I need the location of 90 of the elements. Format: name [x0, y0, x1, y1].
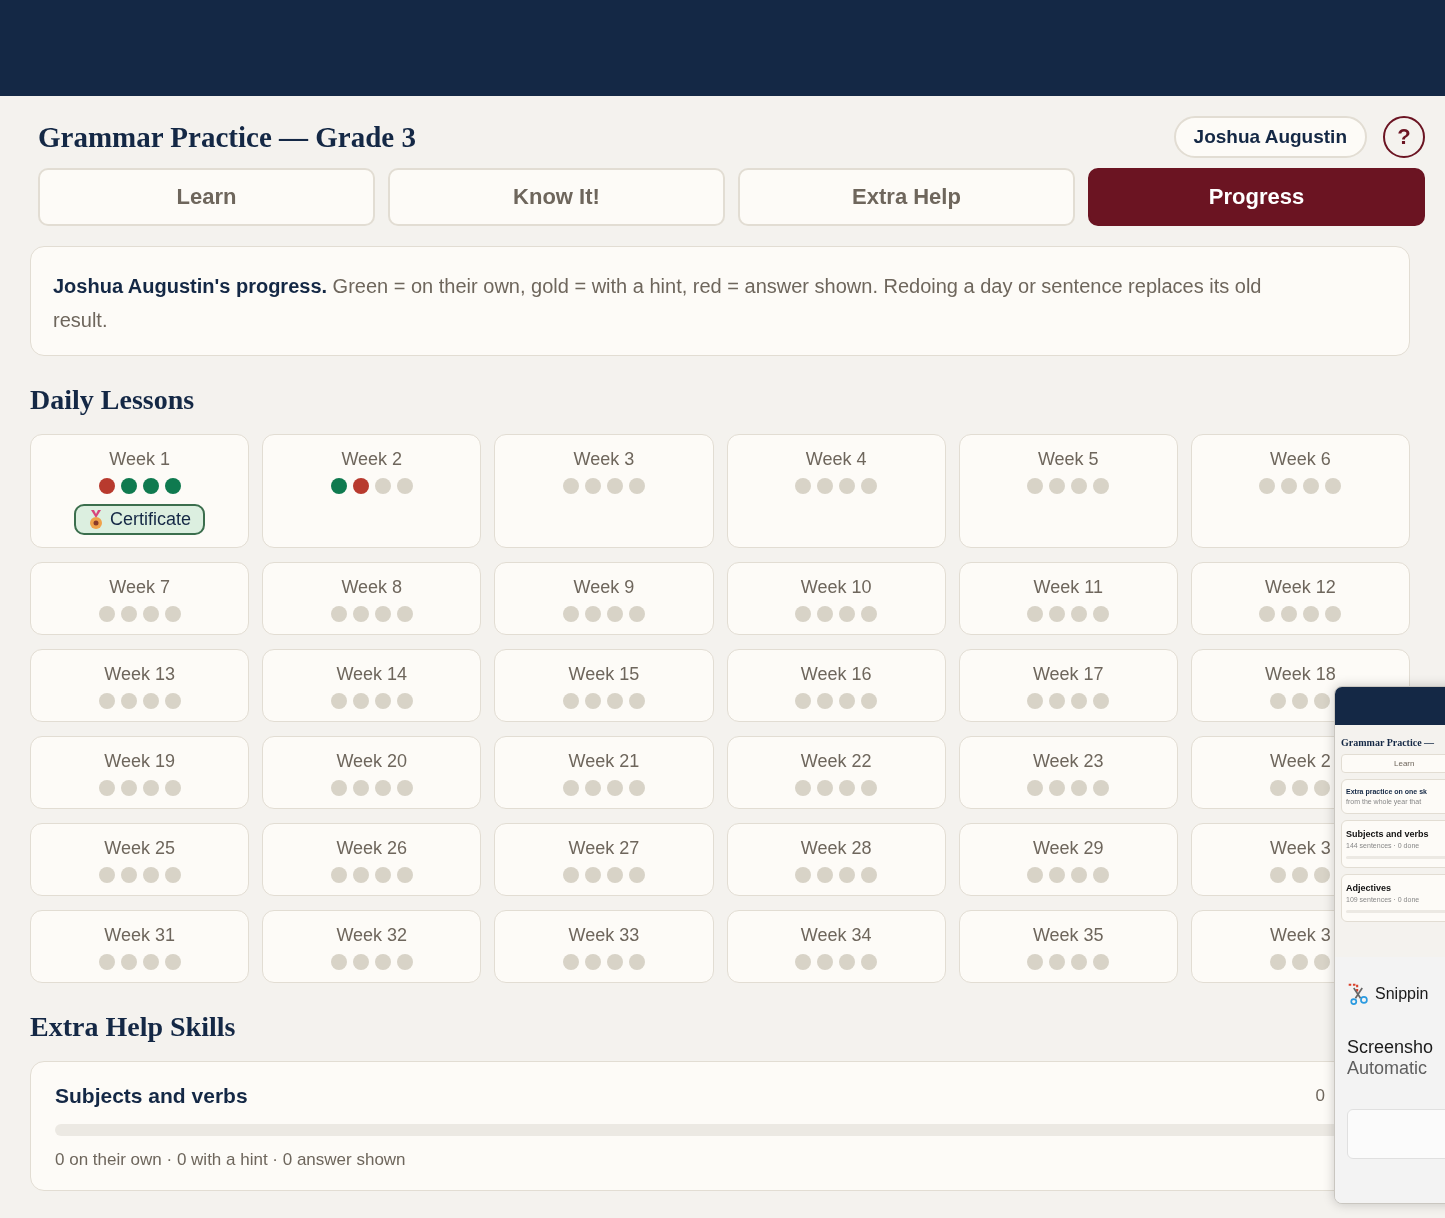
- notification-title: Screensho: [1347, 1037, 1435, 1058]
- week-card[interactable]: Week 11: [958, 562, 1178, 635]
- week-card[interactable]: Week 17: [958, 649, 1178, 722]
- week-card[interactable]: Week 31: [30, 910, 250, 983]
- week-label: Week 6: [1270, 449, 1331, 470]
- week-card[interactable]: Week 3: [494, 434, 714, 548]
- section-heading: Extra Help Skills: [30, 1011, 236, 1043]
- skill-summary: 0 on their own · 0 with a hint · 0 answer shown: [55, 1150, 407, 1170]
- week-label: Week 19: [104, 751, 175, 772]
- week-card[interactable]: Week 10: [726, 562, 946, 635]
- week-label: Week 27: [568, 838, 640, 859]
- week-card[interactable]: Week 28: [726, 823, 946, 896]
- week-card[interactable]: Week 6: [1190, 434, 1410, 548]
- week-label: Week 21: [568, 751, 640, 772]
- week-label: Week 1: [109, 449, 170, 470]
- skill-count: 0: [1315, 1086, 1325, 1106]
- week-label: Week 34: [800, 925, 872, 946]
- week-label: Week 10: [800, 577, 872, 598]
- notification-button[interactable]: [1347, 1109, 1445, 1159]
- week-card[interactable]: Week 25: [30, 823, 250, 896]
- skill-name: Subjects and verbs: [55, 1084, 248, 1108]
- week-label: Week 3: [573, 449, 635, 470]
- week-label: Week 32: [336, 925, 408, 946]
- week-label: Week 7: [109, 577, 170, 598]
- week-label: Week 3: [1270, 838, 1331, 859]
- week-card[interactable]: Week 33: [494, 910, 714, 983]
- week-label: Week 2: [1270, 751, 1331, 772]
- week-card[interactable]: Week 32: [262, 910, 482, 983]
- app-name: Snippin: [1375, 985, 1429, 1003]
- week-card[interactable]: Week 2: [262, 434, 482, 548]
- week-label: Week 22: [800, 751, 872, 772]
- notification-subtitle: Automatic: [1347, 1058, 1429, 1079]
- week-label: Week 14: [336, 664, 408, 685]
- certificate-label: Certificate: [110, 509, 192, 530]
- week-card[interactable]: Week 12: [1190, 562, 1410, 635]
- week-card[interactable]: Week 19: [30, 736, 250, 809]
- tab[interactable]: Extra Help: [738, 168, 1075, 226]
- app-title: Grammar Practice — Grade 3: [38, 120, 416, 154]
- week-label: Week 31: [104, 925, 175, 946]
- week-card[interactable]: Week 7: [30, 562, 250, 635]
- tab[interactable]: Know It!: [388, 168, 725, 226]
- section-heading: Daily Lessons: [30, 384, 195, 416]
- week-card[interactable]: Week 13: [30, 649, 250, 722]
- week-card[interactable]: Week 14: [262, 649, 482, 722]
- preview-skill-name: Adjectives: [1346, 883, 1393, 893]
- week-label: Week 16: [800, 664, 872, 685]
- week-label: Week 25: [104, 838, 175, 859]
- week-card[interactable]: Week 21: [494, 736, 714, 809]
- progress-description: Joshua Augustin's progress. Green = on their own, gold = with a hint, red = answer shown. Redoing a day or sentence replaces its old result.: [30, 246, 1410, 356]
- week-label: Week 26: [336, 838, 408, 859]
- week-card[interactable]: Week 5: [958, 434, 1178, 548]
- week-label: Week 15: [568, 664, 640, 685]
- week-label: Week 8: [341, 577, 403, 598]
- week-label: Week 12: [1265, 577, 1336, 598]
- week-card[interactable]: Week 29: [958, 823, 1178, 896]
- week-card[interactable]: Week 1 Certificate: [30, 434, 250, 548]
- help-button[interactable]: ?: [1383, 116, 1425, 158]
- week-label: Week 28: [800, 838, 872, 859]
- week-card[interactable]: Week 9: [494, 562, 714, 635]
- week-card[interactable]: Week 34: [726, 910, 946, 983]
- week-card[interactable]: Week 27: [494, 823, 714, 896]
- week-card[interactable]: Week 16: [726, 649, 946, 722]
- week-label: Week 4: [805, 449, 867, 470]
- week-card[interactable]: Week 23: [958, 736, 1178, 809]
- week-label: Week 29: [1032, 838, 1104, 859]
- medal-icon: [88, 509, 105, 530]
- week-label: Week 11: [1033, 577, 1103, 598]
- week-card[interactable]: Week 26: [262, 823, 482, 896]
- user-button[interactable]: Joshua Augustin: [1173, 116, 1367, 158]
- week-card[interactable]: Week 15: [494, 649, 714, 722]
- scissors-icon: [1347, 983, 1369, 1005]
- week-label: Week 23: [1032, 751, 1104, 772]
- certificate-badge[interactable]: Certificate: [74, 504, 206, 535]
- week-card[interactable]: Week 35: [958, 910, 1178, 983]
- week-label: Week 13: [104, 664, 175, 685]
- week-card[interactable]: Week 4: [726, 434, 946, 548]
- week-label: Week 3: [1270, 925, 1331, 946]
- week-label: Week 17: [1032, 664, 1104, 685]
- week-card[interactable]: Week 22: [726, 736, 946, 809]
- week-label: Week 18: [1265, 664, 1336, 685]
- week-card[interactable]: Week 20: [262, 736, 482, 809]
- tab[interactable]: Progress: [1088, 168, 1425, 226]
- week-label: Week 33: [568, 925, 640, 946]
- week-label: Week 9: [573, 577, 635, 598]
- week-card[interactable]: Week 8: [262, 562, 482, 635]
- week-label: Week 2: [341, 449, 403, 470]
- week-label: Week 35: [1032, 925, 1104, 946]
- week-label: Week 5: [1037, 449, 1099, 470]
- tab[interactable]: Learn: [38, 168, 375, 226]
- week-label: Week 20: [336, 751, 408, 772]
